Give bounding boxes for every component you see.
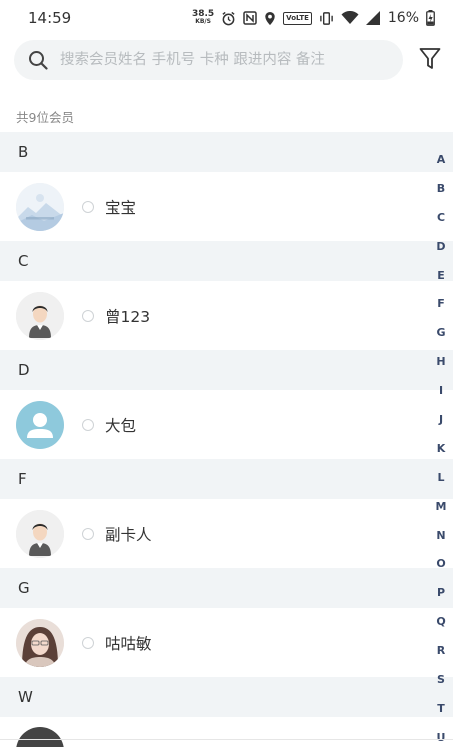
vibrate-icon	[320, 11, 333, 25]
search-box[interactable]	[14, 40, 403, 80]
index-letter-i[interactable]: I	[429, 377, 453, 406]
select-radio[interactable]	[82, 527, 94, 540]
filter-icon[interactable]	[419, 47, 441, 71]
section-header-f: F	[0, 459, 453, 499]
network-speed-unit: KB/S	[195, 18, 211, 25]
avatar	[16, 291, 64, 340]
landscape-placeholder-icon	[16, 182, 64, 231]
section-header-b: B	[0, 132, 453, 172]
index-letter-l[interactable]: L	[429, 464, 453, 493]
index-letter-n[interactable]: N	[429, 522, 453, 551]
member-name: 曾123	[105, 307, 151, 326]
member-name: 宝宝	[105, 198, 137, 217]
index-letter-a[interactable]: A	[429, 146, 453, 175]
select-radio[interactable]	[82, 200, 94, 213]
battery-percent: 16%	[387, 10, 419, 26]
alphabet-index-bar[interactable]: A B C D E F G H I J K L M N O P Q R S T …	[429, 146, 453, 753]
battery-charging-icon	[426, 10, 435, 26]
index-letter-k[interactable]: K	[429, 435, 453, 464]
alarm-icon	[222, 11, 235, 25]
member-row[interactable]: 咕咕敏	[0, 608, 453, 677]
section-header-g: G	[0, 568, 453, 608]
index-letter-b[interactable]: B	[429, 175, 453, 204]
index-letter-s[interactable]: S	[429, 666, 453, 695]
section-letter: C	[18, 252, 29, 270]
member-row[interactable]: 副卡人	[0, 499, 453, 568]
network-speed-value: 38.5	[191, 9, 215, 19]
nfc-icon	[243, 11, 257, 25]
member-name: 咕咕敏	[105, 634, 152, 653]
index-letter-r[interactable]: R	[429, 637, 453, 666]
member-name: 副卡人	[105, 525, 152, 544]
person-icon	[16, 400, 64, 449]
member-row-partial[interactable]	[0, 717, 453, 747]
avatar	[16, 182, 64, 231]
section-letter: D	[18, 361, 30, 379]
network-speed: 38.5 KB/S	[192, 10, 214, 26]
status-bar: 14:59 38.5 KB/S VoLTE 16%	[0, 0, 453, 36]
cell-signal-icon	[365, 11, 380, 25]
select-radio[interactable]	[82, 636, 94, 649]
avatar	[16, 727, 64, 747]
index-letter-m[interactable]: M	[429, 493, 453, 522]
index-letter-h[interactable]: H	[429, 348, 453, 377]
avatar	[16, 400, 64, 449]
member-row[interactable]: 曾123	[0, 281, 453, 350]
photo-avatar-icon	[16, 618, 64, 667]
index-letter-d[interactable]: D	[429, 233, 453, 262]
default-person-icon	[16, 291, 64, 340]
index-letter-j[interactable]: J	[429, 406, 453, 435]
avatar	[16, 618, 64, 667]
section-header-w: W	[0, 677, 453, 717]
location-icon	[265, 11, 275, 25]
section-header-d: D	[0, 350, 453, 390]
section-letter: W	[18, 688, 33, 706]
index-letter-e[interactable]: E	[429, 262, 453, 291]
search-input[interactable]	[58, 51, 392, 69]
select-radio[interactable]	[82, 309, 94, 322]
default-person-icon	[16, 509, 64, 558]
search-row	[0, 38, 453, 84]
member-list: B 宝宝 C 曾123 D 大包 F 副卡人 G 咕咕敏 W	[0, 132, 453, 747]
volte-icon: VoLTE	[283, 11, 312, 25]
status-icons: 38.5 KB/S VoLTE 16%	[192, 10, 435, 26]
index-letter-o[interactable]: O	[429, 550, 453, 579]
index-letter-q[interactable]: Q	[429, 608, 453, 637]
select-radio[interactable]	[82, 418, 94, 431]
member-count: 共9位会员	[16, 110, 74, 125]
index-letter-g[interactable]: G	[429, 319, 453, 348]
avatar	[16, 509, 64, 558]
wifi-icon	[341, 11, 359, 24]
section-header-c: C	[0, 241, 453, 281]
member-row[interactable]: 宝宝	[0, 172, 453, 241]
bottom-divider	[0, 739, 453, 740]
index-letter-t[interactable]: T	[429, 695, 453, 724]
index-letter-f[interactable]: F	[429, 290, 453, 319]
section-letter: F	[18, 470, 27, 488]
index-letter-c[interactable]: C	[429, 204, 453, 233]
member-name: 大包	[105, 416, 137, 435]
section-letter: B	[18, 143, 29, 161]
status-time: 14:59	[28, 9, 72, 27]
index-letter-p[interactable]: P	[429, 579, 453, 608]
section-letter: G	[18, 579, 30, 597]
search-icon	[29, 51, 48, 70]
member-row[interactable]: 大包	[0, 390, 453, 459]
